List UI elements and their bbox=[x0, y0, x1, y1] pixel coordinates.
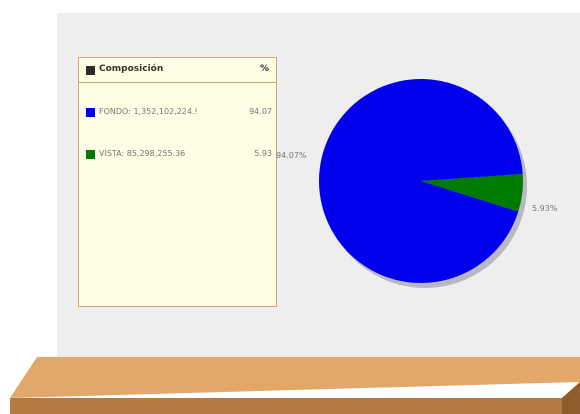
pie-label-vista: 5.93% bbox=[532, 204, 558, 213]
shelf-top bbox=[10, 357, 580, 398]
shelf-side bbox=[562, 382, 580, 414]
pie-chart: 94.07% 5.93% bbox=[10, 78, 580, 414]
pie-slices bbox=[318, 78, 523, 283]
chart-panel: Composición % FONDO: 1,352,102,224.! 94.… bbox=[0, 0, 580, 414]
pie-label-fondo: 94.07% bbox=[276, 151, 307, 160]
